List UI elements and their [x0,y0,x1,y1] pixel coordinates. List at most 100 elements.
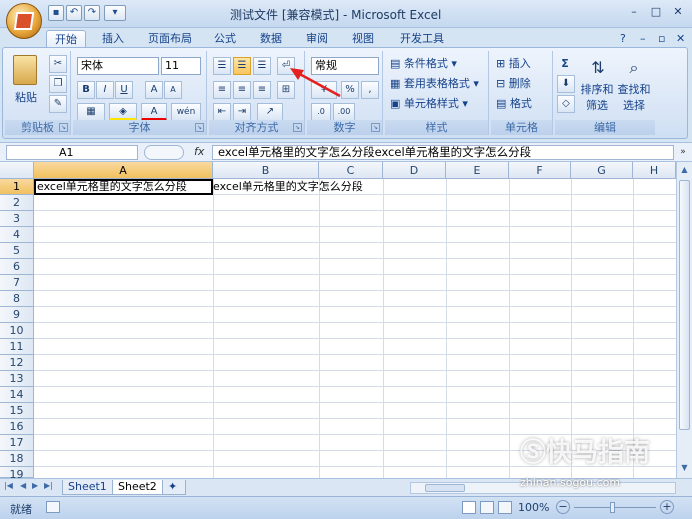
find-select-icon[interactable]: ⌕ [623,57,645,79]
row-header[interactable]: 18 [0,451,34,467]
font-color-button[interactable]: A [141,103,167,121]
column-header[interactable]: E [446,162,509,179]
comma-button[interactable]: , [361,81,379,99]
column-header[interactable]: A [34,162,213,179]
increase-decimal-button[interactable]: .0 [311,103,331,121]
row-header[interactable]: 11 [0,339,34,355]
font-launcher-icon[interactable]: ↘ [195,123,204,132]
cell-styles-button[interactable]: ▣ 单元格样式 ▾ [389,95,469,113]
column-header[interactable]: B [213,162,319,179]
align-top-icon[interactable]: ☰ [213,57,231,75]
tab-formulas[interactable]: 公式 [206,30,244,48]
page-break-view-icon[interactable] [498,501,512,514]
orientation-icon[interactable]: ↗ [257,103,283,121]
maximize-button[interactable]: □ [646,4,666,20]
help-icon[interactable]: ? [612,30,634,48]
row-header[interactable]: 4 [0,227,34,243]
paste-icon[interactable] [13,55,37,85]
page-layout-view-icon[interactable] [480,501,494,514]
column-header[interactable]: D [383,162,446,179]
cell-a1[interactable]: excel单元格里的文字怎么分段 [34,179,213,195]
table-format-button[interactable]: ▦ 套用表格格式 ▾ [389,75,480,93]
align-middle-icon[interactable]: ☰ [233,57,251,75]
zoom-level[interactable]: 100% [518,501,549,514]
paste-button[interactable]: 粘贴 [9,89,43,107]
office-button[interactable] [6,3,42,39]
italic-button[interactable]: I [96,81,114,99]
fill-color-icon[interactable]: ◈ [109,103,137,121]
insert-cells-button[interactable]: ⊞ 插入 [495,55,532,73]
format-cells-button[interactable]: ▤ 格式 [495,95,533,113]
conditional-format-button[interactable]: ▤ 条件格式 ▾ [389,55,458,73]
column-header[interactable]: F [509,162,571,179]
close-button[interactable]: ✕ [668,4,688,20]
row-header[interactable]: 7 [0,275,34,291]
row-header[interactable]: 1 [0,179,34,195]
clear-icon[interactable]: ◇ [557,95,575,113]
tab-home[interactable]: 开始 [46,30,86,48]
delete-cells-button[interactable]: ⊟ 删除 [495,75,532,93]
cell-b1[interactable]: excel单元格里的文字怎么分段 [213,180,363,194]
tab-insert[interactable]: 插入 [94,30,132,48]
ribbon-close-button[interactable]: ✕ [668,30,692,48]
tab-data[interactable]: 数据 [252,30,290,48]
row-header[interactable]: 16 [0,419,34,435]
zoom-slider-thumb[interactable] [610,502,615,513]
clipboard-launcher-icon[interactable]: ↘ [59,123,68,132]
minimize-button[interactable]: – [624,4,644,20]
row-header[interactable]: 19 [0,467,34,481]
row-header[interactable]: 3 [0,211,34,227]
sheet-nav-prev-icon[interactable]: ◀ [20,481,26,490]
format-painter-icon[interactable]: ✎ [49,95,67,113]
align-right-icon[interactable]: ≡ [253,81,271,99]
zoom-in-button[interactable]: + [660,500,674,514]
quick-access-more-icon[interactable]: ▾ [104,5,126,21]
column-header[interactable]: C [319,162,383,179]
save-icon[interactable]: ▪ [48,5,64,21]
number-launcher-icon[interactable]: ↘ [371,123,380,132]
zoom-out-button[interactable]: − [556,500,570,514]
row-header[interactable]: 12 [0,355,34,371]
select-all-corner[interactable] [0,162,34,179]
align-left-icon[interactable]: ≡ [213,81,231,99]
sheet-tab-sheet2[interactable]: Sheet2 [112,480,163,495]
name-box[interactable]: A1 [6,145,138,160]
expand-formula-icon[interactable]: » [676,145,690,160]
row-header[interactable]: 5 [0,243,34,259]
insert-function-button[interactable]: fx [194,145,204,158]
row-header[interactable]: 9 [0,307,34,323]
scroll-up-icon[interactable]: ▲ [679,164,690,176]
bold-button[interactable]: B [77,81,95,99]
tab-developer[interactable]: 开发工具 [392,30,452,48]
alignment-launcher-icon[interactable]: ↘ [293,123,302,132]
find-label-2[interactable]: 选择 [615,97,653,115]
increase-indent-icon[interactable]: ⇥ [233,103,251,121]
tab-review[interactable]: 审阅 [298,30,336,48]
scroll-down-icon[interactable]: ▼ [679,462,690,474]
formula-input[interactable]: excel单元格里的文字怎么分段excel单元格里的文字怎么分段 [212,145,674,160]
sort-filter-icon[interactable]: ⇅ [587,57,609,79]
sheet-nav-last-icon[interactable]: ▶| [44,481,53,490]
fill-icon[interactable]: ⬇ [557,75,575,93]
row-header[interactable]: 2 [0,195,34,211]
border-icon[interactable]: ▦ [77,103,105,121]
tab-view[interactable]: 视图 [344,30,382,48]
column-header[interactable]: H [633,162,676,179]
decrease-decimal-button[interactable]: .00 [333,103,355,121]
row-header[interactable]: 10 [0,323,34,339]
sheet-tab-sheet1[interactable]: Sheet1 [62,480,113,495]
cut-icon[interactable]: ✂ [49,55,67,73]
insert-sheet-icon[interactable]: ✦ [162,480,186,495]
redo-icon[interactable]: ↷ [84,5,100,21]
autosum-button[interactable]: Σ [557,55,573,73]
undo-icon[interactable]: ↶ [66,5,82,21]
row-header[interactable]: 17 [0,435,34,451]
worksheet-grid[interactable]: A B C D E F G H 1 2 3 4 5 6 7 8 9 10 11 … [0,162,692,481]
phonetic-button[interactable]: wén [171,103,201,121]
column-header[interactable]: G [571,162,633,179]
align-bottom-icon[interactable]: ☰ [253,57,271,75]
shrink-font-button[interactable]: A [164,81,182,99]
align-center-icon[interactable]: ≡ [233,81,251,99]
sort-label-2[interactable]: 筛选 [579,97,615,115]
copy-icon[interactable]: ❐ [49,75,67,93]
